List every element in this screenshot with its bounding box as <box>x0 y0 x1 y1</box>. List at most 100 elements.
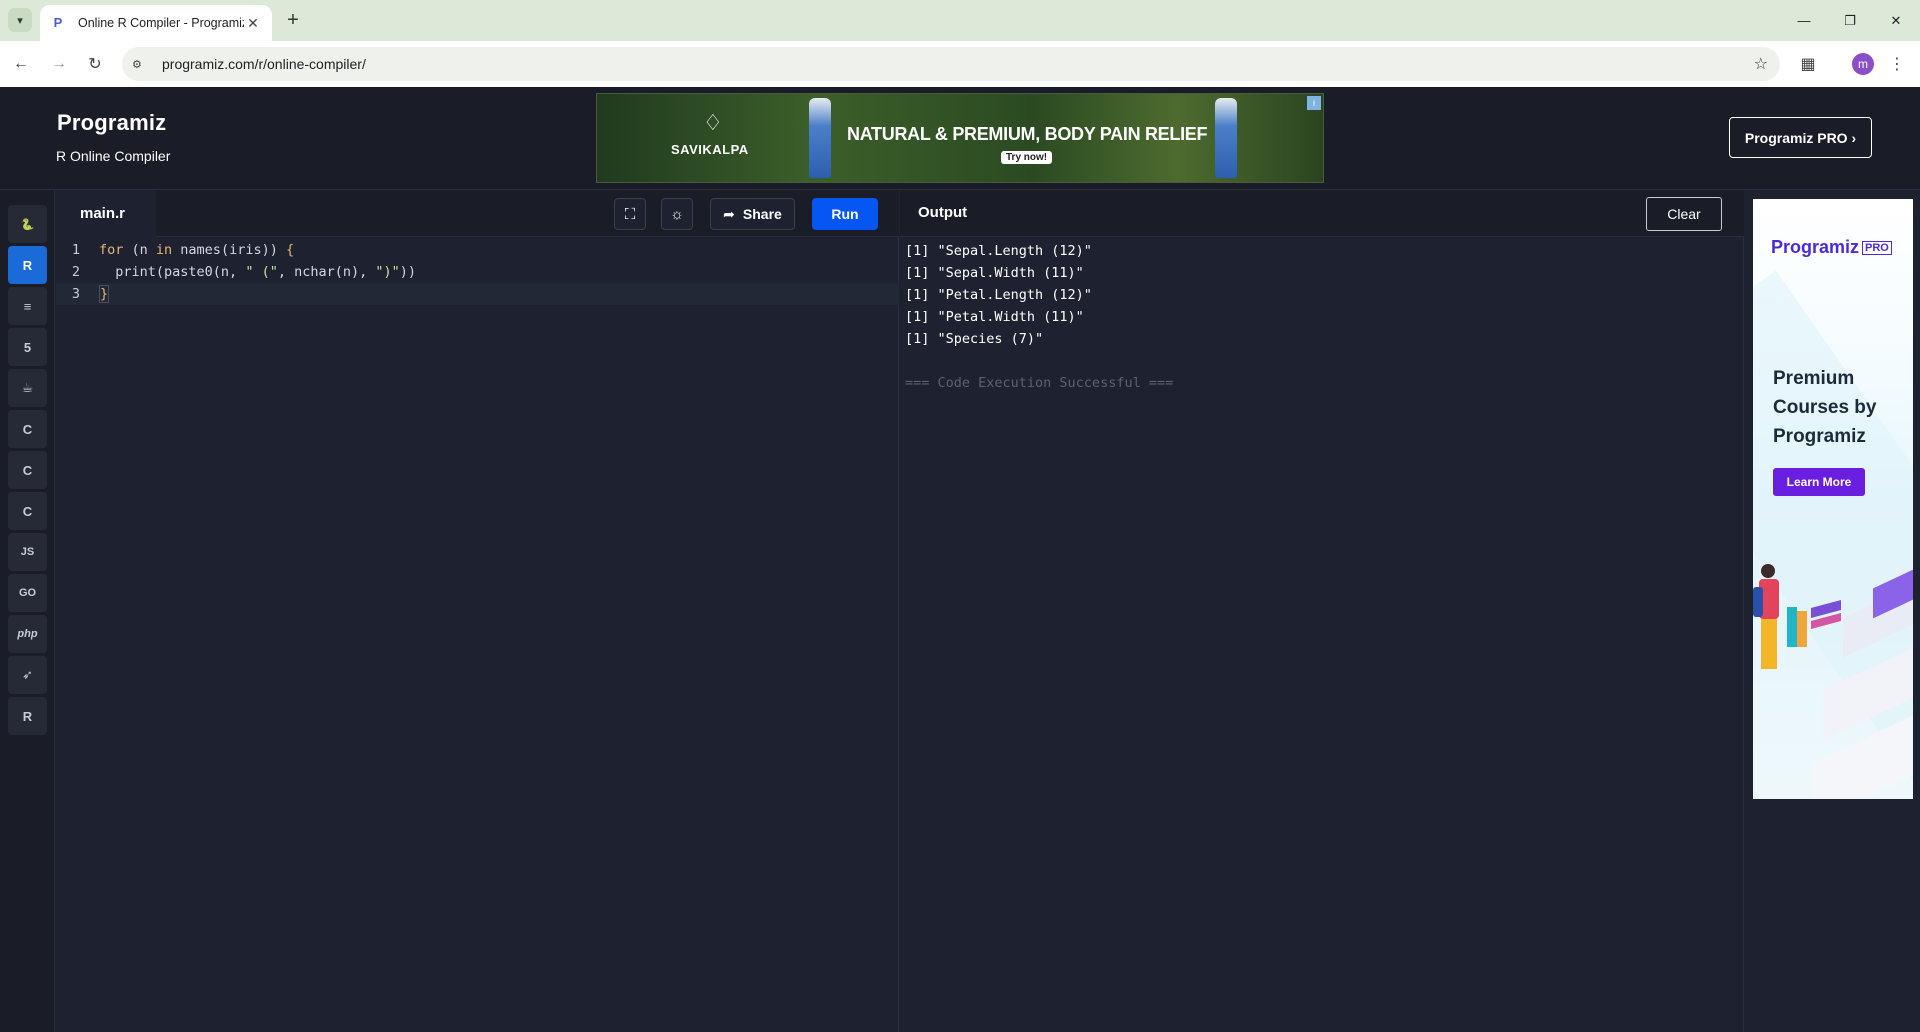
javascript-icon: JS <box>20 546 35 558</box>
illustration-person-legs <box>1761 619 1777 669</box>
share-button[interactable]: ➦ Share <box>710 198 795 230</box>
browser-tab-bar: ▾ P Online R Compiler - Programiz ✕ + — … <box>0 0 1920 41</box>
code-line[interactable]: 2 print(paste0(n, " (", nchar(n), ")")) <box>56 261 899 283</box>
illustration-person-head <box>1761 564 1775 578</box>
savikalpa-drop-icon: ♢ <box>703 110 723 135</box>
sql-icon: ≡ <box>23 298 32 314</box>
clear-button[interactable]: Clear <box>1646 197 1722 231</box>
language-button[interactable]: 5 <box>8 328 47 366</box>
code-line[interactable]: 3 } <box>56 283 899 305</box>
learn-more-button[interactable]: Learn More <box>1773 468 1865 496</box>
code-editor-panel: main.r ⛶ ☼ ➦ Share Run 1 for (n in names… <box>56 190 899 1032</box>
language-button[interactable]: ➶ <box>8 656 47 694</box>
banner-ad[interactable]: ♢ SAVIKALPA NATURAL & PREMIUM, BODY PAIN… <box>596 93 1324 183</box>
side-ad-pro-badge: PRO <box>1862 241 1892 255</box>
minimize-icon[interactable]: — <box>1781 0 1827 41</box>
tab-title: Online R Compiler - Programiz <box>78 16 244 30</box>
side-ad[interactable]: Programiz PRO Premium Courses by Programi… <box>1753 199 1913 799</box>
share-label: Share <box>742 206 782 222</box>
output-line: [1] "Petal.Length (12)" <box>905 287 1092 303</box>
output-line: [1] "Sepal.Width (11)" <box>905 265 1084 281</box>
html-icon: 5 <box>23 339 32 355</box>
ad-cta[interactable]: Try now! <box>1001 151 1053 164</box>
go-icon: GO <box>18 587 37 599</box>
file-tab-main[interactable]: main.r <box>56 190 156 237</box>
ad-headline: NATURAL & PREMIUM, BODY PAIN RELIEF <box>847 124 1208 144</box>
programiz-logo[interactable]: Programiz <box>57 110 166 136</box>
forward-icon[interactable]: → <box>48 53 70 75</box>
code-area[interactable]: 1 for (n in names(iris)) { 2 print(paste… <box>56 237 899 1032</box>
line-number: 2 <box>71 264 80 280</box>
output-console: [1] "Sepal.Length (12)" [1] "Sepal.Width… <box>905 240 1173 394</box>
page-subtitle: R Online Compiler <box>56 148 171 164</box>
restore-icon[interactable]: ❐ <box>1827 0 1873 41</box>
browser-toolbar: ← → ↻ ⚙ programiz.com/r/online-compiler/… <box>0 41 1920 87</box>
editor-toolbar: main.r ⛶ ☼ ➦ Share Run <box>56 190 899 237</box>
profile-avatar[interactable]: m <box>1852 53 1874 75</box>
output-panel: Output Clear [1] "Sepal.Length (12)" [1]… <box>900 190 1744 1032</box>
language-button[interactable]: C <box>8 492 47 530</box>
csharp-icon: C <box>22 503 33 519</box>
c-icon: C <box>22 421 33 437</box>
address-bar[interactable]: ⚙ programiz.com/r/online-compiler/ ☆ <box>122 47 1780 81</box>
output-line: [1] "Sepal.Length (12)" <box>905 243 1092 259</box>
language-button[interactable]: php <box>8 615 47 653</box>
output-title: Output <box>918 204 968 221</box>
execution-status: === Code Execution Successful === <box>905 375 1174 391</box>
language-button[interactable]: ☕ <box>8 369 47 407</box>
language-button[interactable]: JS <box>8 533 47 571</box>
share-icon: ➦ <box>723 205 735 222</box>
language-button[interactable]: R <box>8 246 47 284</box>
back-icon[interactable]: ← <box>10 53 32 75</box>
swift-icon: ➶ <box>22 667 33 682</box>
side-ad-logo-text: Programiz <box>1771 237 1860 257</box>
illustration-book <box>1797 611 1807 647</box>
language-button[interactable]: ≡ <box>8 287 47 325</box>
reload-icon[interactable]: ↻ <box>84 53 106 75</box>
line-number: 1 <box>71 242 80 258</box>
close-window-icon[interactable]: ✕ <box>1873 0 1919 41</box>
illustration-backpack <box>1753 587 1763 617</box>
code-text: } <box>99 285 110 303</box>
side-ad-column: Programiz PRO Premium Courses by Programi… <box>1745 190 1920 1032</box>
theme-toggle-icon[interactable]: ☼ <box>661 198 693 230</box>
ad-info-icon[interactable]: i <box>1307 96 1321 110</box>
output-line: [1] "Petal.Width (11)" <box>905 309 1084 325</box>
ad-brand: SAVIKALPA <box>671 142 749 157</box>
programiz-pro-button[interactable]: Programiz PRO › <box>1729 117 1872 158</box>
browser-tab[interactable]: P Online R Compiler - Programiz ✕ <box>40 5 272 41</box>
line-number: 3 <box>71 286 80 302</box>
new-tab-button[interactable]: + <box>282 9 304 32</box>
extensions-icon[interactable]: ▦ <box>1797 53 1819 75</box>
output-header: Output Clear <box>900 190 1744 237</box>
output-line: [1] "Species (7)" <box>905 331 1044 347</box>
product-bottle-image <box>809 98 831 178</box>
code-text: for (n in names(iris)) { <box>99 242 295 258</box>
r-icon: R <box>22 257 33 273</box>
bookmark-star-icon[interactable]: ☆ <box>1754 54 1768 74</box>
language-button[interactable]: R <box>8 697 47 735</box>
browser-menu-icon[interactable]: ⋮ <box>1886 53 1908 75</box>
side-ad-heading: Premium Courses by Programiz <box>1773 368 1877 447</box>
fullscreen-icon[interactable]: ⛶ <box>614 198 646 230</box>
language-sidebar: 🐍 R ≡ 5 ☕ C C C JS GO php ➶ R <box>0 190 55 1032</box>
site-header: Programiz R Online Compiler ♢ SAVIKALPA … <box>0 87 1920 190</box>
php-icon: php <box>17 628 38 640</box>
site-info-icon[interactable]: ⚙ <box>132 58 148 71</box>
code-line[interactable]: 1 for (n in names(iris)) { <box>56 239 899 261</box>
python-icon: 🐍 <box>20 218 35 231</box>
close-tab-icon[interactable]: ✕ <box>244 15 262 32</box>
code-text: print(paste0(n, " (", nchar(n), ")")) <box>99 264 417 280</box>
language-button[interactable]: C <box>8 410 47 448</box>
language-button[interactable]: GO <box>8 574 47 612</box>
programiz-favicon-icon: P <box>53 15 63 30</box>
illustration-book <box>1787 607 1797 647</box>
cpp-icon: C <box>22 462 33 478</box>
run-button[interactable]: Run <box>812 198 878 230</box>
language-button[interactable]: 🐍 <box>8 205 47 243</box>
language-button[interactable]: C <box>8 451 47 489</box>
java-icon: ☕ <box>21 380 34 395</box>
rust-icon: R <box>22 708 33 724</box>
product-bottle-image <box>1215 98 1237 178</box>
tab-search-button[interactable]: ▾ <box>8 8 32 32</box>
